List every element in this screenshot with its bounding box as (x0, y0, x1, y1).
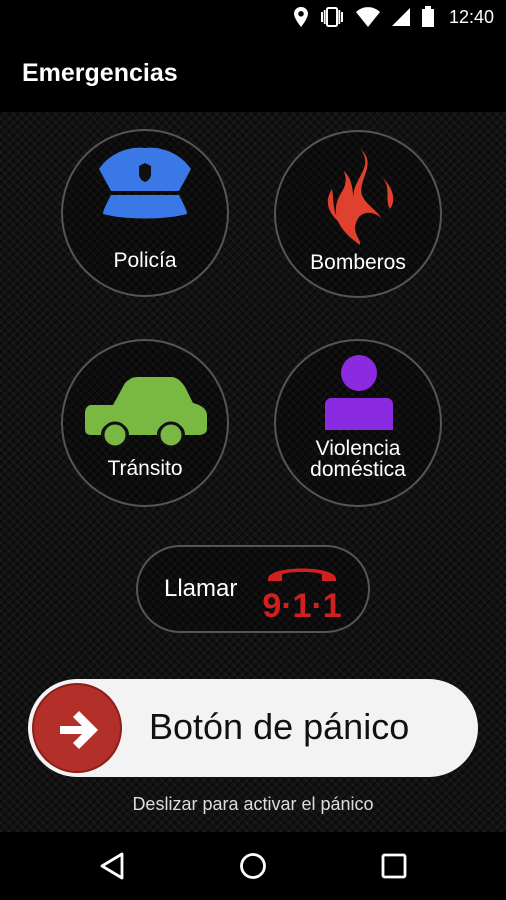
page-title: Emergencias (22, 59, 178, 87)
domestic-violence-label-line1: Violencia (315, 437, 401, 460)
panic-label: Botón de pánico (149, 706, 410, 747)
panic-slider[interactable]: Botón de pánico (28, 679, 478, 777)
status-time: 12:40 (448, 6, 494, 27)
traffic-label: Tránsito (107, 457, 183, 480)
traffic-button[interactable]: Tránsito (61, 339, 229, 507)
home-icon (240, 853, 266, 879)
arrow-right-icon (60, 711, 98, 749)
recents-button[interactable] (374, 846, 414, 886)
location-icon (293, 7, 308, 27)
app-bar: Emergencias (0, 36, 506, 112)
back-button[interactable] (92, 846, 132, 886)
phone-icon (268, 568, 336, 581)
911-number-icon: 9·1·1 (262, 587, 341, 621)
back-icon (100, 852, 124, 880)
person-icon (325, 355, 393, 430)
navigation-bar (0, 832, 506, 900)
call-label: Llamar (164, 575, 238, 602)
call-911-button[interactable]: Llamar 9·1·1 (136, 545, 370, 633)
police-button[interactable]: Policía (61, 129, 229, 297)
police-hat-icon (99, 147, 191, 219)
home-button[interactable] (233, 846, 273, 886)
car-icon (85, 377, 207, 449)
police-label: Policía (113, 249, 177, 272)
panic-slider-knob[interactable] (32, 683, 122, 773)
domestic-violence-label-line2: doméstica (310, 458, 406, 481)
911-number: 9·1·1 (262, 587, 341, 621)
wifi-icon (355, 7, 380, 27)
fire-icon (327, 149, 394, 245)
status-bar: 12:40 (0, 0, 506, 36)
battery-icon (421, 6, 434, 27)
panic-hint: Deslizar para activar el pánico (132, 794, 374, 814)
vibrate-icon (320, 7, 343, 27)
firefighters-label: Bomberos (310, 251, 406, 274)
domestic-violence-button[interactable]: Violencia doméstica (274, 339, 442, 507)
recents-icon (381, 853, 407, 879)
firefighters-button[interactable]: Bomberos (274, 130, 442, 298)
emergency-panel: Policía Bomberos Tránsito Violencia domé… (0, 112, 506, 832)
signal-icon (391, 8, 410, 26)
